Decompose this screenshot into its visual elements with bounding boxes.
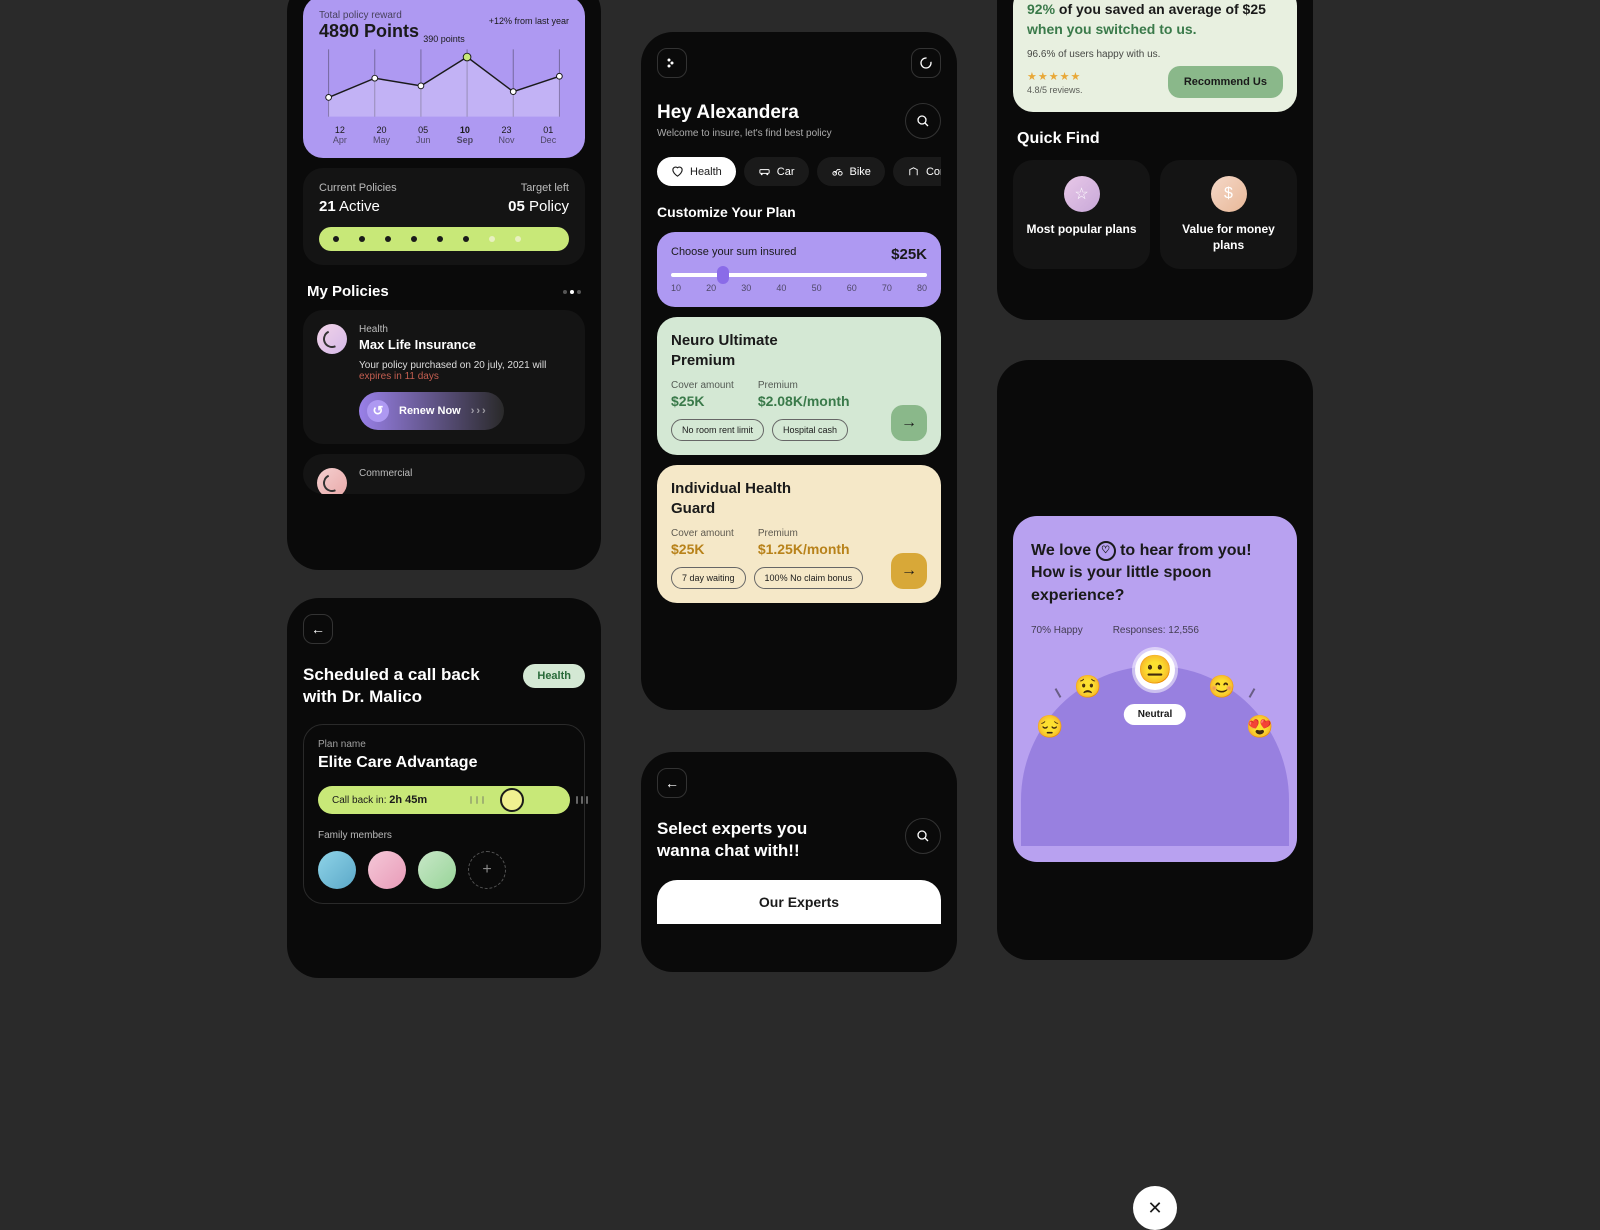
emoji-worried[interactable]: 😟 bbox=[1073, 672, 1103, 702]
rewards-chart: 390 points 12Apr 20May 05Jun bbox=[319, 34, 569, 144]
policy-icon bbox=[317, 324, 347, 354]
callback-title: Scheduled a call backwith Dr. Malico bbox=[303, 664, 480, 708]
category-chips: Health Car Bike Commer bbox=[657, 157, 941, 186]
greeting: Hey Alexandera bbox=[657, 102, 832, 124]
feedback-card: We love ♡ to hear from you! How is your … bbox=[1013, 516, 1297, 862]
recommend-button[interactable]: Recommend Us bbox=[1168, 66, 1283, 98]
star-rating-icon: ★★★★★ bbox=[1027, 70, 1083, 83]
sum-label: Choose your sum insured bbox=[671, 246, 796, 263]
experts-screen: ← Select experts you wanna chat with!! O… bbox=[641, 752, 957, 972]
progress-indicator bbox=[319, 227, 569, 251]
policy-item[interactable]: Health Max Life Insurance Your policy pu… bbox=[303, 310, 585, 444]
emoji-sad[interactable]: 😔 bbox=[1035, 712, 1065, 742]
avatar[interactable] bbox=[368, 851, 406, 889]
avatar[interactable] bbox=[418, 851, 456, 889]
review-score: 4.8/5 reviews. bbox=[1027, 85, 1083, 95]
feedback-title: We love ♡ to hear from you! How is your … bbox=[1031, 540, 1279, 607]
search-button[interactable] bbox=[905, 103, 941, 139]
category-tag: Health bbox=[523, 664, 585, 688]
chart-x-labels: 12Apr 20May 05Jun 10Sep 23Nov 01Dec bbox=[319, 125, 569, 145]
quickfind-title: Quick Find bbox=[1017, 130, 1293, 148]
family-avatars: + bbox=[318, 851, 570, 889]
sum-insured-card: Choose your sum insured $25K 10203040506… bbox=[657, 232, 941, 307]
callback-timer-bar[interactable]: Call back in: 2h 45m bbox=[318, 786, 570, 814]
slider-thumb[interactable] bbox=[500, 788, 524, 812]
subtitle: Welcome to insure, let's find best polic… bbox=[657, 128, 832, 139]
chip-commercial[interactable]: Commer bbox=[893, 157, 941, 186]
policy-item[interactable]: Commercial bbox=[303, 454, 585, 494]
arrow-button[interactable]: → bbox=[891, 553, 927, 589]
plan-name: Neuro Ultimate Premium bbox=[671, 331, 811, 370]
policy-category: Commercial bbox=[359, 468, 571, 479]
policy-icon bbox=[317, 468, 347, 494]
avatar[interactable] bbox=[318, 851, 356, 889]
chart-peak-label: 390 points bbox=[319, 34, 569, 44]
plan-tag: Hospital cash bbox=[772, 419, 848, 441]
heart-icon: ♡ bbox=[1096, 541, 1116, 561]
recommend-screen: 92% of you saved an average of $25 when … bbox=[997, 0, 1313, 320]
refresh-icon: ↺ bbox=[367, 400, 389, 422]
recommend-card: 92% of you saved an average of $25 when … bbox=[1013, 0, 1297, 112]
current-policies-label: Current Policies bbox=[319, 182, 397, 194]
chip-car[interactable]: Car bbox=[744, 157, 809, 186]
plan-tag: No room rent limit bbox=[671, 419, 764, 441]
quickfind-card[interactable]: $ Value for money plans bbox=[1160, 160, 1297, 269]
close-button[interactable]: ✕ bbox=[1133, 1186, 1177, 1230]
line-chart bbox=[319, 48, 569, 118]
chip-bike[interactable]: Bike bbox=[817, 157, 885, 186]
mood-selector[interactable]: 😔 😟 😐 😊 😍 Neutral bbox=[1031, 656, 1279, 786]
rewards-label: Total policy reward bbox=[319, 10, 569, 21]
renew-button[interactable]: ↺ Renew Now ››› bbox=[359, 392, 504, 430]
emoji-love[interactable]: 😍 bbox=[1245, 712, 1275, 742]
slider-thumb[interactable] bbox=[717, 266, 729, 284]
family-members-label: Family members bbox=[318, 830, 570, 841]
plan-card[interactable]: Individual Health Guard Cover amount$25K… bbox=[657, 465, 941, 603]
experts-title: Select experts you wanna chat with!! bbox=[657, 818, 857, 862]
emoji-happy[interactable]: 😊 bbox=[1207, 672, 1237, 702]
slider-scale: 1020304050607080 bbox=[671, 283, 927, 293]
arrow-button[interactable]: → bbox=[891, 405, 927, 441]
quickfind-card[interactable]: ☆ Most popular plans bbox=[1013, 160, 1150, 269]
responses-stat: Responses: 12,556 bbox=[1113, 625, 1199, 636]
experts-card: Our Experts bbox=[657, 880, 941, 924]
plan-card[interactable]: Neuro Ultimate Premium Cover amount$25K … bbox=[657, 317, 941, 455]
experts-header: Our Experts bbox=[671, 894, 927, 910]
dollar-icon: $ bbox=[1211, 176, 1247, 212]
search-button[interactable] bbox=[905, 818, 941, 854]
plan-tag: 7 day waiting bbox=[671, 567, 746, 589]
sum-amount: $25K bbox=[891, 246, 927, 263]
feedback-screen: We love ♡ to hear from you! How is your … bbox=[997, 360, 1313, 960]
callback-screen: ← Scheduled a call backwith Dr. Malico H… bbox=[287, 598, 601, 978]
menu-icon[interactable] bbox=[657, 48, 687, 78]
plan-name-label: Plan name bbox=[318, 739, 570, 750]
policy-message: Your policy purchased on 20 july, 2021 w… bbox=[359, 360, 571, 382]
policy-name: Max Life Insurance bbox=[359, 337, 571, 352]
add-member-button[interactable]: + bbox=[468, 851, 506, 889]
emoji-neutral[interactable]: 😐 bbox=[1135, 650, 1175, 690]
sum-slider[interactable] bbox=[671, 273, 927, 277]
star-icon: ☆ bbox=[1064, 176, 1100, 212]
plan-name: Individual Health Guard bbox=[671, 479, 811, 518]
my-policies-title: My Policies bbox=[307, 283, 389, 300]
policies-summary: Current Policies 21 Active Target left 0… bbox=[303, 168, 585, 265]
pager-dots[interactable] bbox=[563, 290, 581, 294]
customize-heading: Customize Your Plan bbox=[657, 204, 941, 220]
recommend-text: 92% of you saved an average of $25 when … bbox=[1027, 0, 1283, 39]
home-screen: Hey Alexandera Welcome to insure, let's … bbox=[641, 32, 957, 710]
back-button[interactable]: ← bbox=[657, 768, 687, 798]
refresh-icon[interactable] bbox=[911, 48, 941, 78]
plan-name: Elite Care Advantage bbox=[318, 754, 570, 772]
chip-health[interactable]: Health bbox=[657, 157, 736, 186]
happy-stat: 70% Happy bbox=[1031, 625, 1083, 636]
rewards-screen: Total policy reward 4890 Points +12% fro… bbox=[287, 0, 601, 570]
back-button[interactable]: ← bbox=[303, 614, 333, 644]
target-left-label: Target left bbox=[508, 182, 569, 194]
rewards-card: Total policy reward 4890 Points +12% fro… bbox=[303, 0, 585, 158]
recommend-subtext: 96.6% of users happy with us. bbox=[1027, 49, 1283, 60]
callback-details: Plan name Elite Care Advantage Call back… bbox=[303, 724, 585, 904]
mood-label: Neutral bbox=[1124, 704, 1186, 725]
policy-category: Health bbox=[359, 324, 571, 335]
plan-tag: 100% No claim bonus bbox=[754, 567, 864, 589]
